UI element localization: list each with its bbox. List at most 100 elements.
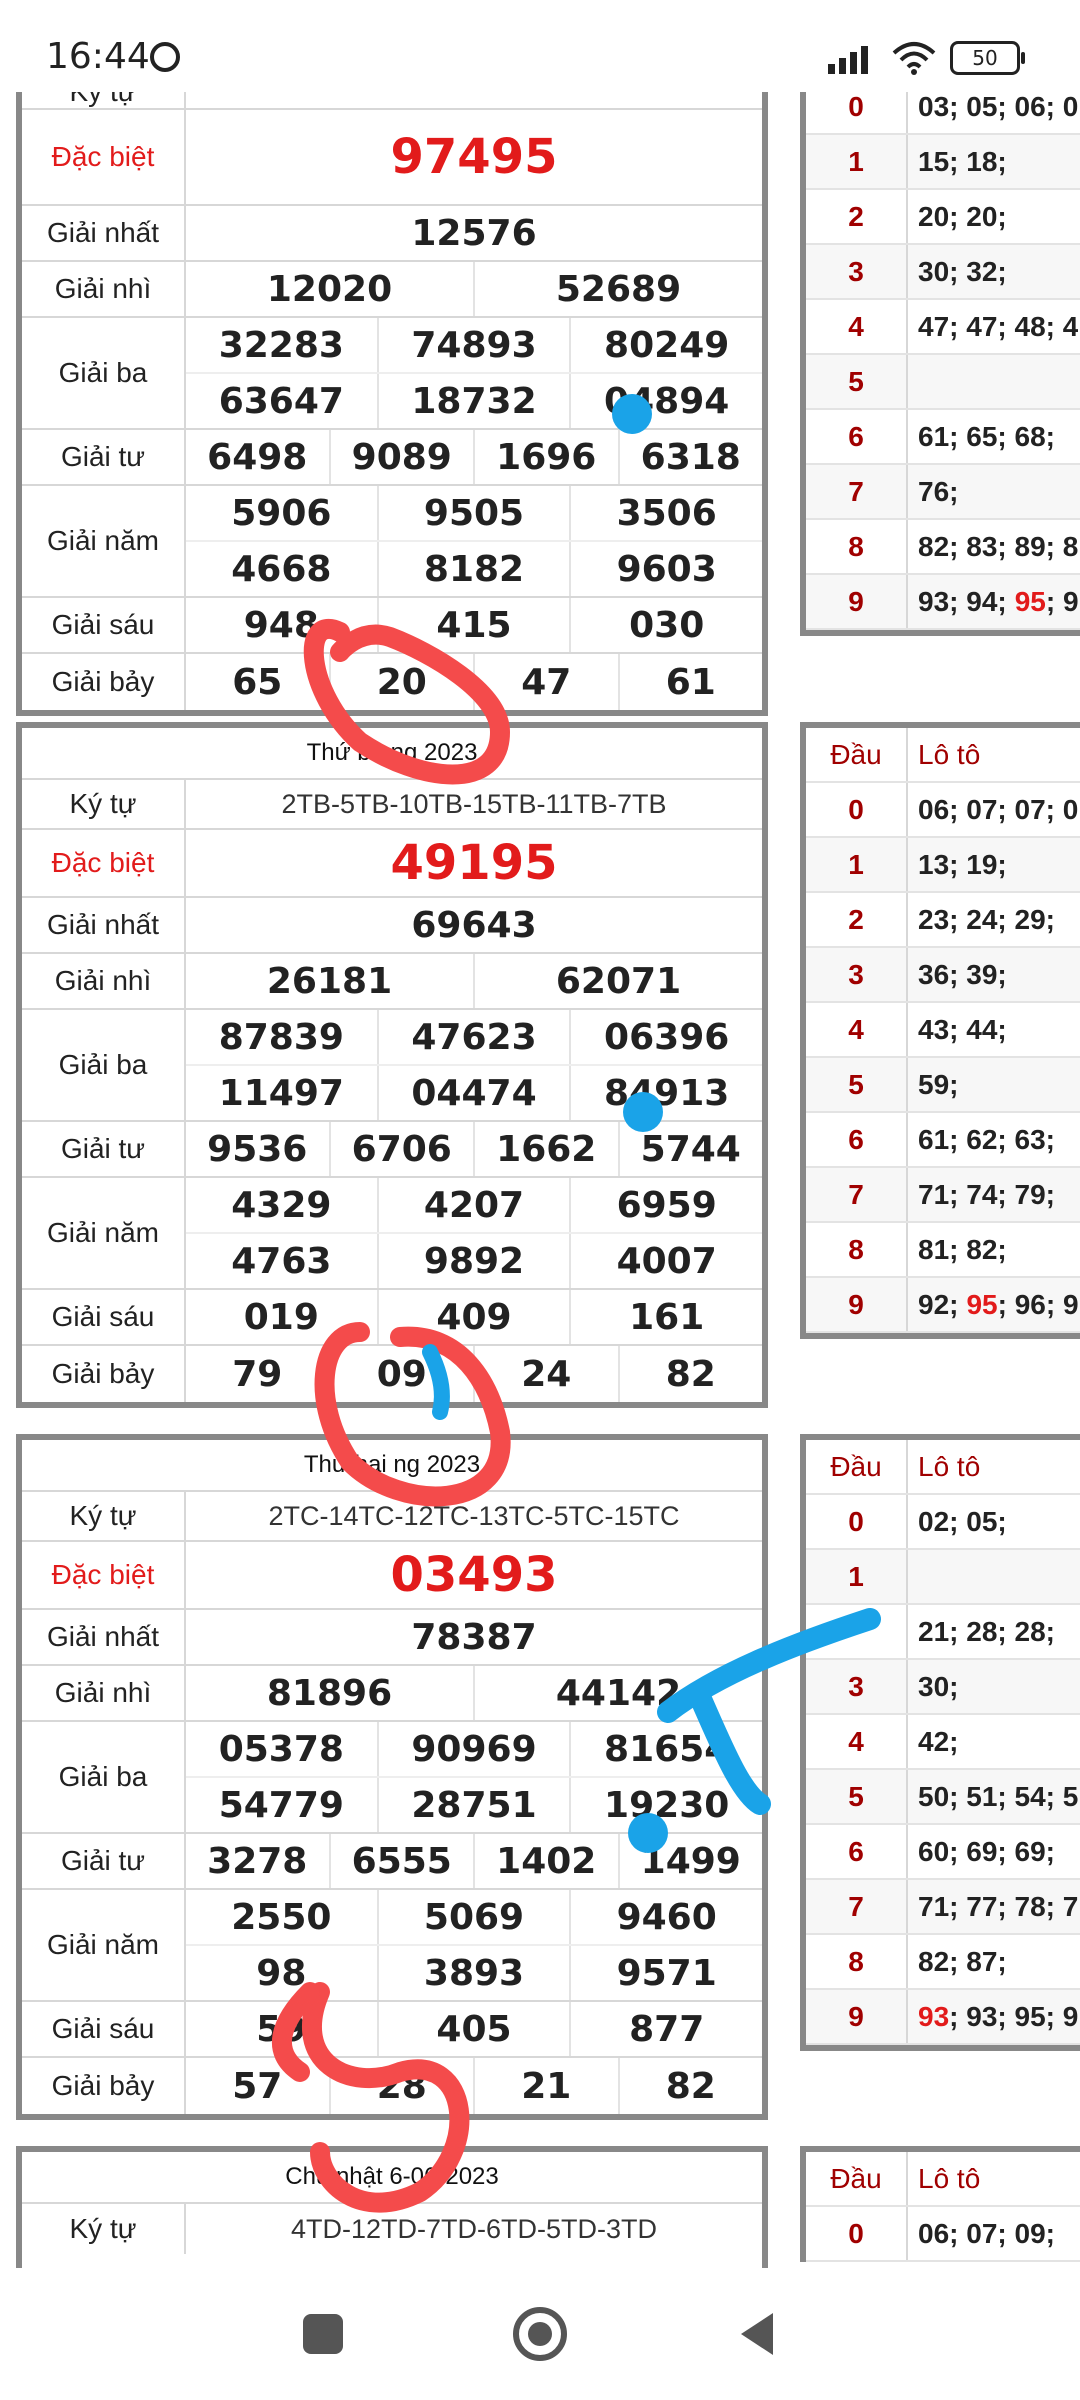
loto-row: 6 60; 69; 69; — [806, 1825, 1080, 1880]
dau-digit: 4 — [806, 1003, 908, 1056]
recent-apps-button[interactable] — [303, 2314, 343, 2354]
label-giai-sau: Giải sáu — [22, 1290, 186, 1344]
ky-tu-value: 2TB-5TB-10TB-15TB-11TB-7TB — [281, 788, 667, 819]
row-giai-bay: Giải bảy 79 09 24 82 — [22, 1346, 762, 1402]
loto-row: 6 61; 65; 68; — [806, 410, 1080, 465]
loto-row: 4 43; 44; — [806, 1003, 1080, 1058]
loto-values: 50; 51; 54; 5 — [908, 1770, 1078, 1823]
loto-header: Đầu Lô tô — [806, 728, 1080, 783]
loto-row: 8 81; 82; — [806, 1223, 1080, 1278]
dau-digit — [806, 1605, 908, 1658]
label-giai-nhat: Giải nhất — [22, 898, 186, 952]
dau-digit: 7 — [806, 1880, 908, 1933]
dau-digit: 1 — [806, 1550, 908, 1603]
label-dac-biet: Đặc biệt — [22, 830, 186, 896]
label-dac-biet: Đặc biệt — [22, 1542, 186, 1608]
loto-text: 50; 51; 54; 5 — [918, 1780, 1079, 1812]
loto-row: 3 30; 32; — [806, 245, 1080, 300]
prize-number: 79 — [186, 1346, 331, 1402]
loto-text: 06; 07; 07; 0 — [918, 793, 1079, 825]
label-giai-nhi: Giải nhì — [22, 262, 186, 316]
prize-number: 81896 — [186, 1666, 475, 1720]
prize-number: 11497 — [186, 1066, 379, 1120]
prize-number: 4007 — [616, 1240, 717, 1282]
dau-digit: 5 — [806, 1770, 908, 1823]
prize-number: 4207 — [379, 1178, 572, 1232]
loto-table-3: Đầu Lô tô 0 02; 05; 1 21; 28; 28; 3 30; 4 42; 5 5… — [800, 1434, 1080, 2051]
loto-highlight: 93 — [918, 2000, 950, 2032]
row-giai-nhi: Giải nhì 81896 44142 — [22, 1666, 762, 1722]
block-date-header[interactable]: Thứ ba ng 2023 — [22, 728, 762, 780]
prize-number: 57 — [186, 2058, 331, 2114]
row-giai-sau: Giải sáu 019 409 161 — [22, 1290, 762, 1346]
row-dac-biet: Đặc biệt 49195 — [22, 830, 762, 898]
prize-number: 3893 — [379, 1946, 572, 2000]
prize-number: 9505 — [379, 486, 572, 540]
loto-text: 82; 83; 89; 8 — [918, 530, 1079, 562]
prize-number: 04894 — [604, 380, 730, 422]
label-ky-tu: Ký tự — [22, 2204, 186, 2254]
dau-digit: 2 — [806, 190, 908, 243]
home-button[interactable] — [513, 2307, 567, 2361]
status-time: 16:44 — [46, 36, 150, 77]
loto-values: 92; 95; 96; 9 — [908, 1278, 1079, 1331]
loto-text: 59; — [918, 1068, 959, 1100]
loto-values: 20; 20; — [908, 190, 1007, 243]
row-ky-tu: Ký tự 2TC-14TC-12TC-13TC-5TC-15TC — [22, 1492, 762, 1542]
loto-table-1: 0 03; 05; 06; 0 1 15; 18; 2 20; 20; 3 30; 32; 4 4… — [800, 92, 1080, 636]
dau-digit: 3 — [806, 245, 908, 298]
header-dau: Đầu — [806, 728, 908, 781]
row-ky-tu: Ký tự 4TD-12TD-7TD-6TD-5TD-3TD — [22, 2204, 762, 2254]
loto-text: 30; — [918, 1670, 959, 1702]
loto-row: 8 82; 83; 89; 8 — [806, 520, 1080, 575]
loto-text: 47; 47; 48; 4 — [918, 310, 1079, 342]
dau-digit: 0 — [806, 1495, 908, 1548]
loto-row: 7 76; — [806, 465, 1080, 520]
loto-text: 42; — [918, 1725, 959, 1757]
ky-tu-value: 4TD-12TD-7TD-6TD-5TD-3TD — [290, 2213, 658, 2244]
prize-number: 65 — [186, 654, 331, 710]
prize-number: 9571 — [616, 1952, 717, 1994]
row-giai-ba: Giải ba 32283 74893 80249 63647 18732 04894 — [22, 318, 762, 430]
battery-icon: 50 — [950, 41, 1025, 75]
loto-row: 21; 28; 28; — [806, 1605, 1080, 1660]
loto-values: 23; 24; 29; — [908, 893, 1055, 946]
label-giai-nam: Giải năm — [22, 486, 186, 596]
prize-number: 59 — [186, 2002, 379, 2056]
prize-number: 4763 — [186, 1234, 379, 1288]
back-button[interactable] — [737, 2311, 777, 2357]
loto-text: 76; — [918, 475, 959, 507]
prize-number: 82 — [665, 2065, 716, 2107]
dau-digit: 0 — [806, 2207, 908, 2260]
loto-text: 92; — [918, 1288, 959, 1320]
loto-text: 71; 74; 79; — [918, 1178, 1055, 1210]
loto-values: 76; — [908, 465, 958, 518]
dau-digit: 1 — [806, 135, 908, 188]
prize-number: 20 — [331, 654, 475, 710]
prize-number: 030 — [629, 604, 705, 646]
loto-rows: 0 03; 05; 06; 0 1 15; 18; 2 20; 20; 3 30; 32; 4 4… — [806, 92, 1080, 630]
loto-text: 02; 05; — [918, 1505, 1007, 1537]
row-giai-tu: Giải tư 9536 6706 1662 5744 — [22, 1122, 762, 1178]
loto-row: 1 — [806, 1550, 1080, 1605]
result-block-2: Thứ ba ng 2023 Ký tự 2TB-5TB-10TB-15TB-1… — [16, 722, 768, 1408]
label-giai-nam: Giải năm — [22, 1178, 186, 1288]
results-scroll[interactable]: Ký tự Đặc biệt 97495 Giải nhất 12576 Giả… — [0, 92, 1080, 2268]
block-date-header[interactable]: Chủ nhật 6-06-2023 — [22, 2152, 762, 2204]
result-block-4: Chủ nhật 6-06-2023 Ký tự 4TD-12TD-7TD-6T… — [16, 2146, 768, 2268]
prize-number: 47623 — [379, 1010, 572, 1064]
label-giai-nhat: Giải nhất — [22, 1610, 186, 1664]
loto-text: 43; 44; — [918, 1013, 1007, 1045]
prize-number: 5744 — [640, 1128, 741, 1170]
dau-digit: 1 — [806, 838, 908, 891]
label-giai-ba: Giải ba — [22, 1010, 186, 1120]
prize-number: 81654 — [604, 1728, 730, 1770]
label-giai-bay: Giải bảy — [22, 2058, 186, 2114]
result-block-1: Ký tự Đặc biệt 97495 Giải nhất 12576 Giả… — [16, 92, 768, 716]
loto-values: 30; — [908, 1660, 958, 1713]
special-prize: 03493 — [390, 1547, 558, 1603]
header-loto: Lô tô — [918, 1450, 981, 1482]
prize-number: 28751 — [379, 1778, 572, 1832]
prize-number: 1499 — [640, 1840, 741, 1882]
block-date-header[interactable]: Thứ hai ng 2023 — [22, 1440, 762, 1492]
